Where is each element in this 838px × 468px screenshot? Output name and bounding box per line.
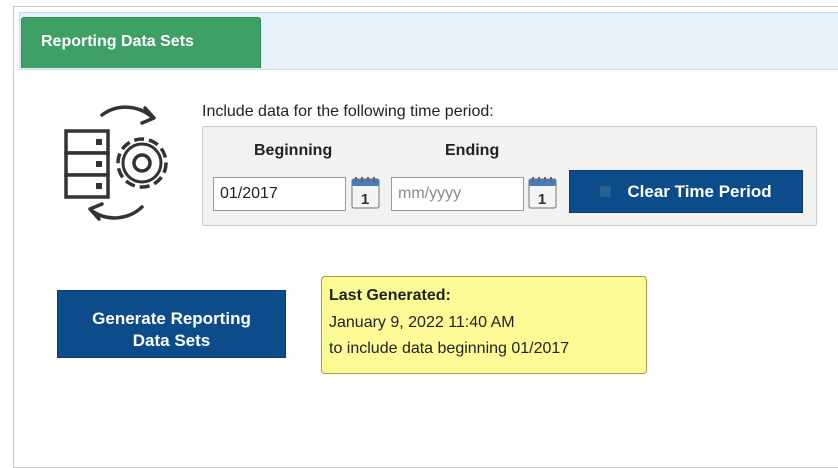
tab-reporting-data-sets[interactable]: Reporting Data Sets bbox=[21, 17, 261, 68]
reporting-panel: Reporting Data Sets bbox=[13, 6, 838, 468]
last-generated-datetime: January 9, 2022 11:40 AM bbox=[329, 314, 515, 331]
time-period-prompt: Include data for the following time peri… bbox=[202, 103, 494, 120]
ending-calendar-icon[interactable]: 1 bbox=[527, 175, 559, 210]
clear-x-icon bbox=[600, 185, 612, 197]
beginning-calendar-icon[interactable]: 1 bbox=[350, 175, 382, 210]
generate-button-line2: Data Sets bbox=[132, 330, 211, 350]
ending-label: Ending bbox=[445, 142, 500, 159]
last-generated-detail: to include data beginning 01/2017 bbox=[329, 340, 570, 357]
last-generated-note: Last Generated: January 9, 2022 11:40 AM… bbox=[321, 276, 647, 374]
generate-reporting-data-sets-button[interactable]: Generate Reporting Data Sets bbox=[57, 290, 286, 358]
clear-button-label: Clear Time Period bbox=[627, 181, 772, 201]
tab-label: Reporting Data Sets bbox=[41, 33, 194, 50]
data-sync-icon bbox=[64, 105, 168, 221]
beginning-date-input[interactable] bbox=[213, 177, 346, 211]
ending-calendar-day: 1 bbox=[538, 191, 546, 208]
generate-button-line1: Generate Reporting bbox=[92, 308, 251, 328]
last-generated-title: Last Generated: bbox=[329, 287, 451, 304]
time-period-box: Beginning Ending 1 1 Clear Time Period bbox=[202, 126, 817, 226]
ending-date-input[interactable] bbox=[391, 177, 524, 211]
beginning-calendar-day: 1 bbox=[361, 191, 369, 208]
clear-time-period-button[interactable]: Clear Time Period bbox=[569, 170, 803, 213]
beginning-label: Beginning bbox=[254, 142, 333, 159]
